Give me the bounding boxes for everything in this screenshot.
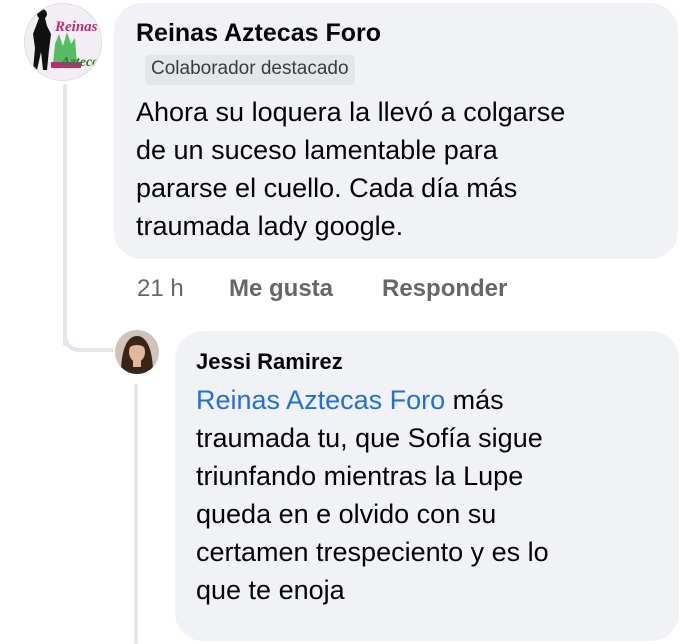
reply-thread-line bbox=[134, 384, 138, 644]
comment-timestamp[interactable]: 21 h bbox=[137, 275, 184, 303]
main-comment-bubble: Reinas Aztecas Foro Colaborador destacad… bbox=[114, 3, 678, 259]
top-contributor-badge: Colaborador destacado bbox=[145, 55, 355, 85]
reply-author[interactable]: Jessi Ramirez bbox=[196, 349, 343, 375]
reply-button[interactable]: Responder bbox=[382, 275, 507, 303]
reply-text: Reinas Aztecas Foro más traumada tu, que… bbox=[196, 381, 666, 609]
profile-photo-icon bbox=[115, 330, 159, 374]
reply-comment-bubble: Jessi Ramirez Reinas Aztecas Foro más tr… bbox=[175, 331, 679, 641]
svg-text:Azteca: Azteca bbox=[60, 55, 99, 70]
thread-connector bbox=[63, 306, 113, 352]
jessi-ramirez-avatar[interactable] bbox=[115, 330, 159, 374]
mention-link[interactable]: Reinas Aztecas Foro bbox=[196, 385, 445, 415]
reinas-aztecas-avatar[interactable]: Reinas Azteca bbox=[24, 3, 102, 81]
like-button[interactable]: Me gusta bbox=[229, 275, 333, 303]
comment-author[interactable]: Reinas Aztecas Foro bbox=[136, 19, 381, 48]
svg-text:Reinas: Reinas bbox=[54, 19, 98, 35]
comment-text: Ahora su loquera la llevó a colgarse de … bbox=[136, 97, 566, 241]
reinas-aztecas-logo: Reinas Azteca bbox=[25, 4, 101, 80]
reply-text-body: más traumada tu, que Sofía sigue triunfa… bbox=[196, 385, 549, 605]
